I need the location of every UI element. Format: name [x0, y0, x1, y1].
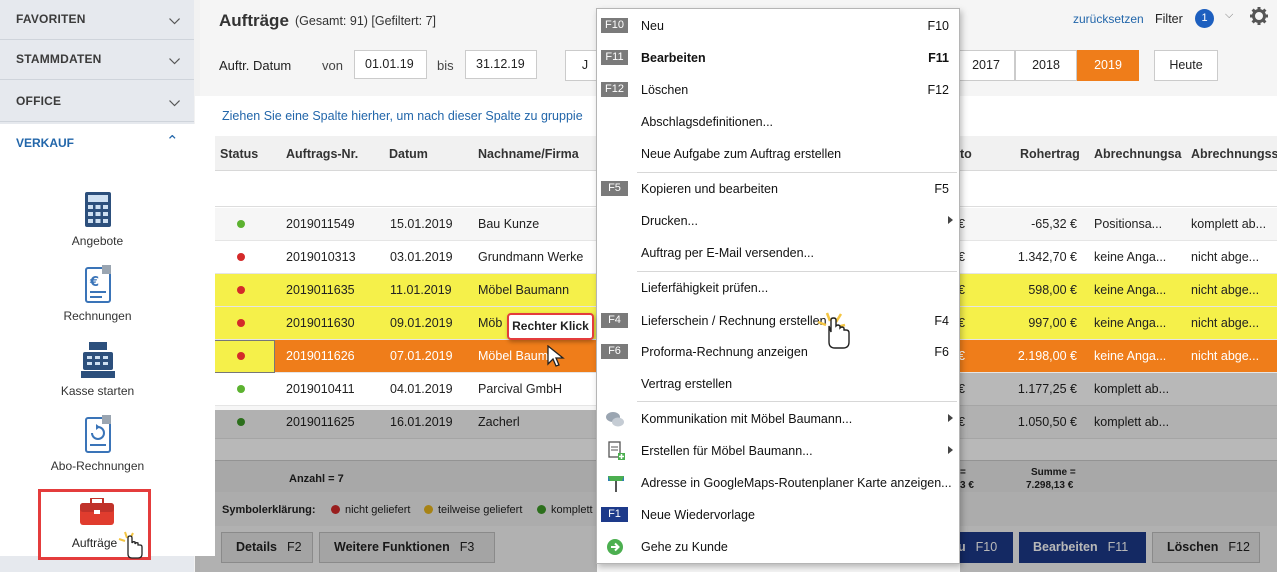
svg-text:€: € [89, 275, 99, 290]
year-button-2017[interactable]: 2017 [958, 50, 1015, 81]
today-button[interactable]: Heute [1154, 50, 1218, 81]
status-dot [237, 352, 245, 360]
col-date[interactable]: Datum [389, 147, 428, 161]
sidebar-item-angebote[interactable]: Angebote [0, 190, 195, 248]
from-label: von [322, 58, 343, 73]
arrow-cursor-icon [546, 344, 566, 369]
status-dot [237, 253, 245, 261]
sidebar-item-kasse[interactable]: Kasse starten [0, 340, 195, 398]
date-filter-label: Auftr. Datum [219, 58, 292, 73]
to-label: bis [437, 58, 454, 73]
shortcut-key-badge: F5 [601, 181, 628, 196]
menu-item-copy-edit[interactable]: F5 Kopieren und bearbeiten F5 [597, 174, 959, 204]
menu-item-print[interactable]: Drucken... [597, 206, 959, 236]
sidebar-section-office[interactable]: OFFICE ⌵ [0, 82, 194, 122]
group-hint: Ziehen Sie eine Spalte hierher, um nach … [222, 109, 583, 123]
click-cursor-icon [117, 530, 147, 560]
chevron-down-icon: ⌵ [169, 51, 180, 67]
menu-item-goto-customer[interactable]: Gehe zu Kunde [597, 532, 959, 562]
year-button-2018[interactable]: 2018 [1015, 50, 1077, 81]
context-menu: F10 Neu F10 F11 Bearbeiten F11 F12 Löschen F12… [596, 8, 960, 564]
status-dot [237, 319, 245, 327]
menu-separator [637, 271, 957, 272]
menu-item-availability[interactable]: Lieferfähigkeit prüfen... [597, 273, 959, 303]
map-pin-icon [606, 473, 626, 493]
sidebar-item-rechnungen[interactable]: € Rechnungen [0, 265, 195, 323]
menu-item-delivery-invoice[interactable]: F4 Lieferschein / Rechnung erstellen F4 [597, 306, 959, 336]
document-add-icon [607, 441, 625, 461]
menu-item-new[interactable]: F10 Neu F10 [597, 11, 959, 41]
filter-label[interactable]: Filter [1155, 12, 1183, 26]
filter-count-badge: 1 [1195, 9, 1214, 28]
sidebar-section-stammdaten[interactable]: STAMMDATEN ⌵ [0, 40, 194, 80]
status-dot [237, 220, 245, 228]
menu-item-email[interactable]: Auftrag per E-Mail versenden... [597, 238, 959, 268]
shortcut-key-badge: F6 [601, 344, 628, 359]
shortcut-key-badge: F10 [601, 18, 628, 33]
recurring-document-icon [78, 415, 118, 455]
menu-item-contract[interactable]: Vertrag erstellen [597, 369, 959, 399]
menu-item-googlemaps[interactable]: Adresse in GoogleMaps-Routenplaner Karte… [597, 468, 959, 498]
menu-item-proforma[interactable]: F6 Proforma-Rechnung anzeigen F6 [597, 337, 959, 367]
col-name[interactable]: Nachname/Firma [478, 147, 579, 161]
shortcut-key-badge: F1 [601, 507, 628, 522]
date-from-input[interactable]: 01.01.19 [354, 50, 427, 79]
right-click-tooltip: Rechter Klick [507, 313, 594, 340]
cash-register-icon [78, 340, 118, 380]
shortcut-key-badge: F11 [601, 50, 628, 65]
year-button-2019[interactable]: 2019 [1077, 50, 1139, 81]
col-rohertrag[interactable]: Rohertrag [1020, 147, 1080, 161]
col-order-nr[interactable]: Auftrags-Nr. [286, 147, 358, 161]
submenu-arrow-icon [948, 216, 953, 224]
sidebar-item-abo-rechnungen[interactable]: Abo-Rechnungen [0, 415, 195, 473]
menu-separator [637, 401, 957, 402]
menu-item-create-for[interactable]: Erstellen für Möbel Baumann... [597, 436, 959, 466]
menu-item-delete[interactable]: F12 Löschen F12 [597, 75, 959, 105]
menu-item-resubmission[interactable]: F1 Neue Wiedervorlage [597, 500, 959, 530]
speech-bubbles-icon [605, 409, 625, 429]
chevron-down-icon[interactable]: ⌵ [1225, 9, 1233, 22]
submenu-arrow-icon [948, 446, 953, 454]
menu-item-communication[interactable]: Kommunikation mit Möbel Baumann... [597, 404, 959, 434]
record-count: (Gesamt: 91) [Gefiltert: 7] [295, 14, 437, 28]
status-dot [237, 385, 245, 393]
reset-link[interactable]: zurücksetzen [1073, 12, 1144, 26]
sidebar-section-verkauf[interactable]: VERKAUF [16, 136, 74, 150]
arrow-right-circle-icon [606, 538, 624, 556]
shortcut-key-badge: F4 [601, 313, 628, 328]
menu-item-edit[interactable]: F11 Bearbeiten F11 [597, 43, 959, 73]
briefcase-icon [79, 497, 115, 526]
menu-item-new-task[interactable]: Neue Aufgabe zum Auftrag erstellen [597, 139, 959, 169]
col-abrechnungsstatus[interactable]: Abrechnungss [1191, 147, 1277, 161]
status-dot [237, 286, 245, 294]
date-to-input[interactable]: 31.12.19 [465, 50, 537, 79]
chevron-down-icon: ⌵ [169, 93, 180, 109]
submenu-arrow-icon [948, 414, 953, 422]
menu-item-abschlag[interactable]: Abschlagsdefinitionen... [597, 107, 959, 137]
sidebar-item-auftraege[interactable]: Aufträge [38, 489, 151, 560]
col-abrechnungsart[interactable]: Abrechnungsa [1094, 147, 1182, 161]
shortcut-key-badge: F12 [601, 82, 628, 97]
click-cursor-icon [815, 310, 855, 352]
col-status[interactable]: Status [220, 147, 258, 161]
overlay-dim [960, 373, 1277, 572]
menu-separator [637, 172, 957, 173]
gear-icon[interactable] [1249, 6, 1269, 26]
page-title: Aufträge [219, 11, 289, 30]
overlay-dim [215, 410, 597, 572]
chevron-up-icon[interactable]: ⌃ [166, 132, 179, 150]
col-netto[interactable]: to [960, 147, 972, 161]
sidebar-section-favoriten[interactable]: FAVORITEN ⌵ [0, 0, 194, 40]
chevron-down-icon: ⌵ [169, 11, 180, 27]
euro-document-icon: € [78, 265, 118, 305]
calculator-icon [78, 190, 118, 230]
